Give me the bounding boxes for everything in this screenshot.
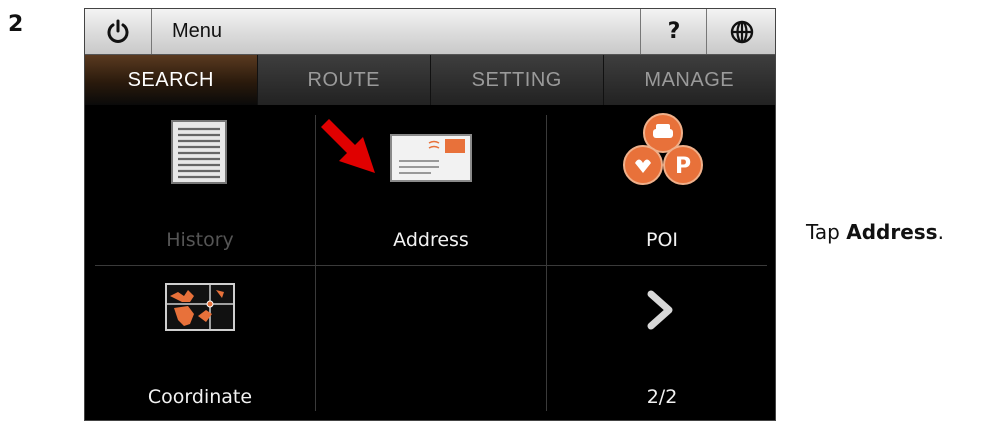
- power-button[interactable]: [85, 9, 152, 54]
- instruction-text: Tap Address.: [806, 220, 944, 244]
- poi-button[interactable]: P POI: [547, 105, 777, 265]
- tab-route[interactable]: ROUTE: [257, 55, 431, 105]
- instruction-suffix: .: [937, 220, 944, 244]
- menu-button[interactable]: Menu: [152, 9, 641, 54]
- history-icon: [171, 120, 227, 184]
- globe-icon: [730, 20, 754, 43]
- page-indicator: 2/2: [646, 386, 678, 408]
- next-page-button[interactable]: 2/2: [547, 266, 777, 422]
- search-menu-grid: History Address P POI Coordinate 2/2: [85, 105, 775, 422]
- poi-icon: P: [623, 113, 703, 185]
- address-label: Address: [393, 229, 469, 251]
- empty-slot: [316, 266, 546, 422]
- address-icon: [390, 134, 472, 182]
- red-arrow-pointer: [321, 119, 375, 173]
- power-icon: [107, 19, 129, 43]
- poi-label: POI: [645, 229, 679, 251]
- instruction-target: Address: [846, 220, 938, 244]
- help-button[interactable]: ?: [642, 9, 707, 54]
- instruction-prefix: Tap: [806, 220, 847, 244]
- step-number: 2: [8, 12, 24, 37]
- language-button[interactable]: [707, 9, 777, 54]
- chevron-right-icon: [647, 290, 673, 330]
- tab-manage[interactable]: MANAGE: [603, 55, 775, 105]
- navigation-screen: Menu ? SEARCH ROUTE SETTING MANAGE Histo…: [84, 8, 776, 421]
- tab-setting[interactable]: SETTING: [431, 55, 604, 105]
- menu-label: Menu: [172, 20, 223, 42]
- coordinate-icon: [165, 283, 235, 331]
- tab-bar: SEARCH ROUTE SETTING MANAGE: [85, 55, 775, 105]
- help-icon: ?: [667, 19, 681, 44]
- top-bar: Menu ?: [85, 9, 775, 55]
- coordinate-label: Coordinate: [147, 386, 253, 408]
- history-button[interactable]: History: [85, 105, 315, 265]
- history-label: History: [166, 229, 234, 251]
- coordinate-button[interactable]: Coordinate: [85, 266, 315, 422]
- svg-text:P: P: [675, 154, 691, 179]
- tab-search[interactable]: SEARCH: [85, 55, 258, 105]
